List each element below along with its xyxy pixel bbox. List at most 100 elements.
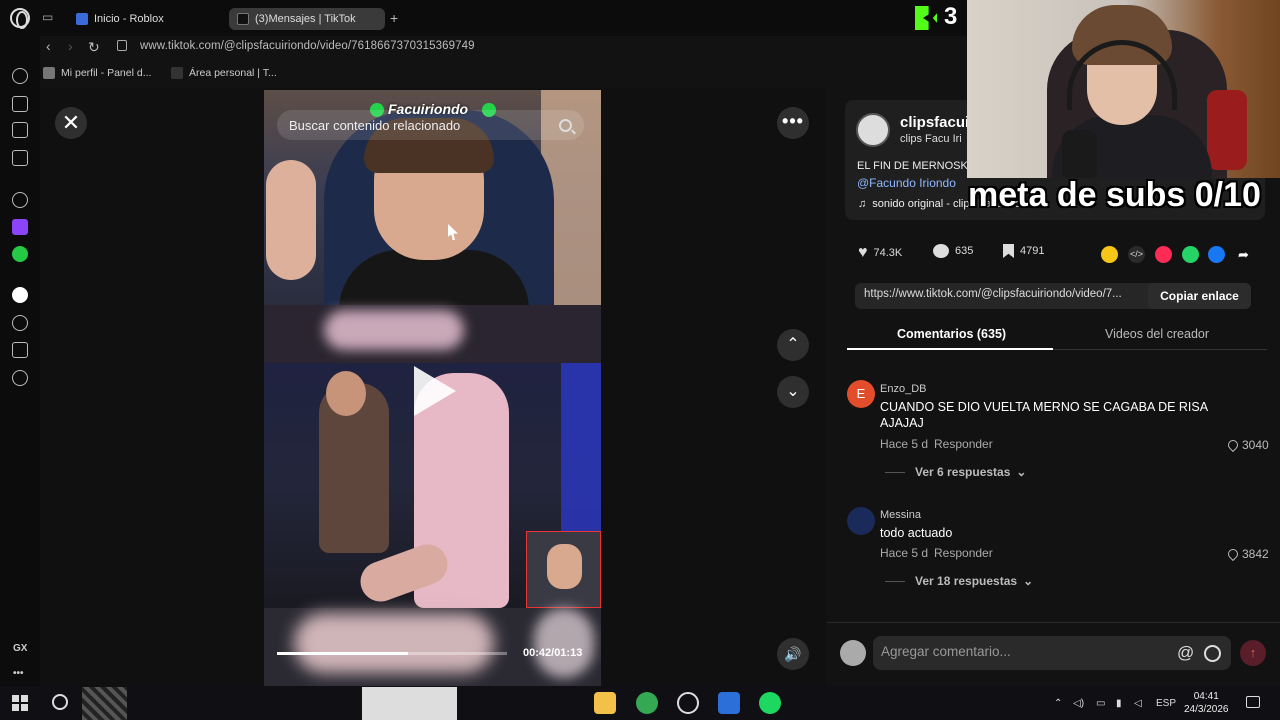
previous-video-button[interactable]: ⌃ xyxy=(777,329,809,361)
chevron-down-icon: ⌄ xyxy=(1016,465,1027,479)
bookmark-label: Área personal | T... xyxy=(189,67,277,79)
embed-icon[interactable]: </> xyxy=(1128,246,1145,263)
author-avatar[interactable] xyxy=(856,113,890,147)
taskbar-thumbnail[interactable] xyxy=(362,687,457,720)
comment-age: Hace 5 d xyxy=(880,546,929,560)
roblox-favicon-icon xyxy=(76,13,88,25)
send-to-friends-icon[interactable] xyxy=(1155,246,1172,263)
m-app-icon[interactable] xyxy=(12,150,28,166)
language-indicator[interactable]: ESP xyxy=(1156,698,1176,709)
view-replies-button[interactable]: Ver 18 respuestas ⌄ xyxy=(885,574,1033,588)
microphone-icon[interactable]: ▮ xyxy=(1116,698,1122,709)
new-tab-button[interactable]: + xyxy=(390,10,398,26)
heart-outline-icon xyxy=(1225,437,1241,453)
opera-gx-taskbar-icon[interactable] xyxy=(677,692,699,714)
tray-chevron-icon[interactable]: ⌃ xyxy=(1054,698,1062,709)
avatar[interactable] xyxy=(847,507,875,535)
tab-label: Inicio - Roblox xyxy=(94,13,164,25)
save-button[interactable]: 4791 xyxy=(1003,244,1044,258)
notification-icon[interactable] xyxy=(1246,696,1260,708)
author-username[interactable]: clipsfacui xyxy=(900,114,969,131)
bookmark-item[interactable]: Mi perfil - Panel d... xyxy=(43,67,151,79)
spotify-taskbar-icon[interactable] xyxy=(759,692,781,714)
taskbar-clock[interactable]: 04:41 24/3/2026 xyxy=(1184,690,1229,716)
clock-date: 24/3/2026 xyxy=(1184,704,1229,715)
close-button[interactable]: ✕ xyxy=(55,107,87,139)
taskbar-search-icon[interactable] xyxy=(52,694,68,710)
obs-icon[interactable] xyxy=(718,692,740,714)
video-description: EL FIN DE MERNOSK xyxy=(857,160,968,172)
send-comment-button[interactable]: ↑ xyxy=(1240,640,1266,666)
wallet-icon[interactable] xyxy=(12,122,28,138)
tab-roblox[interactable]: Inicio - Roblox xyxy=(68,8,223,30)
reload-icon[interactable]: ↻ xyxy=(88,39,100,56)
more-options-button[interactable]: ••• xyxy=(777,107,809,139)
chrome-icon[interactable] xyxy=(636,692,658,714)
settings-icon[interactable] xyxy=(12,370,28,386)
mention-button[interactable]: @ xyxy=(1177,643,1194,663)
volume-button[interactable]: 🔊 xyxy=(777,638,809,670)
like-count: 74.3K xyxy=(873,247,903,259)
current-user-avatar xyxy=(840,640,866,666)
copy-link-button[interactable]: Copiar enlace xyxy=(1148,283,1251,309)
comment-count: 635 xyxy=(955,245,974,257)
clock-time: 04:41 xyxy=(1193,691,1219,702)
next-video-button[interactable]: ⌄ xyxy=(777,376,809,408)
bookmark-item[interactable]: Área personal | T... xyxy=(171,67,277,79)
tab-comments[interactable]: Comentarios (635) xyxy=(897,327,1006,341)
comment-button[interactable]: 635 xyxy=(933,244,973,258)
like-button[interactable]: ♥ 74.3K xyxy=(858,244,902,262)
search-icon[interactable] xyxy=(559,118,572,132)
repost-icon[interactable] xyxy=(1101,246,1118,263)
tab-label: (3)Mensajes | TikTok xyxy=(255,13,356,25)
file-explorer-icon[interactable] xyxy=(594,692,616,714)
comment-like-button[interactable]: 3040 xyxy=(1225,437,1269,453)
comment-text: todo actuado xyxy=(880,526,953,540)
whatsapp-icon[interactable] xyxy=(12,246,28,262)
bookmark-favicon-icon xyxy=(43,67,55,79)
emoji-icon[interactable] xyxy=(1204,645,1221,662)
network-icon[interactable]: ▭ xyxy=(1096,698,1105,709)
reply-button[interactable]: Responder xyxy=(934,437,993,451)
twitch-icon[interactable] xyxy=(12,219,28,235)
pip-facecam xyxy=(526,531,601,608)
chatgpt-icon[interactable] xyxy=(12,192,28,208)
whatsapp-share-icon[interactable] xyxy=(1182,246,1199,263)
gx-label[interactable]: GX xyxy=(13,643,27,654)
view-replies-button[interactable]: Ver 6 respuestas ⌄ xyxy=(885,465,1026,479)
address-bar-url[interactable]: www.tiktok.com/@clipsfacuiriondo/video/7… xyxy=(140,40,475,52)
tab-creator-videos[interactable]: Videos del creador xyxy=(1105,327,1209,341)
reply-button[interactable]: Responder xyxy=(934,546,993,560)
video-progress-bar[interactable] xyxy=(277,652,507,655)
avatar[interactable]: E xyxy=(847,380,875,408)
volume-tray-icon[interactable]: ◁ xyxy=(1134,698,1142,709)
spotify-icon[interactable] xyxy=(12,287,28,303)
related-search-box[interactable]: Buscar contenido relacionado xyxy=(277,110,584,140)
history-icon[interactable] xyxy=(12,315,28,331)
mention-link[interactable]: @Facundo Iriondo xyxy=(857,176,956,190)
comment-username[interactable]: Messina xyxy=(880,509,921,521)
opera-logo-icon[interactable] xyxy=(10,8,30,29)
sidebar-more-icon[interactable]: ••• xyxy=(13,668,24,679)
comment-username[interactable]: Enzo_DB xyxy=(880,383,926,395)
windows-start-icon[interactable] xyxy=(12,695,28,711)
taskbar-thumbnail[interactable] xyxy=(82,687,127,720)
facebook-share-icon[interactable] xyxy=(1208,246,1225,263)
speed-dial-icon[interactable] xyxy=(12,68,28,84)
play-icon[interactable] xyxy=(414,366,456,416)
comment-like-button[interactable]: 3842 xyxy=(1225,546,1269,562)
video-progress-fill xyxy=(277,652,409,655)
more-share-icon[interactable]: ➦ xyxy=(1235,246,1252,263)
gx-corner-icon[interactable] xyxy=(12,96,28,112)
active-tab-indicator xyxy=(847,348,1053,350)
extensions-icon[interactable] xyxy=(12,342,28,358)
view-replies-label: Ver 18 respuestas xyxy=(915,574,1018,588)
tab-menu-icon[interactable]: ▭ xyxy=(42,10,60,26)
speaker-icon[interactable]: ◁) xyxy=(1073,698,1084,709)
share-link-url[interactable]: https://www.tiktok.com/@clipsfacuiriondo… xyxy=(864,288,1122,300)
forward-icon[interactable]: › xyxy=(68,38,73,54)
comment-icon xyxy=(933,244,949,258)
tab-tiktok[interactable]: (3)Mensajes | TikTok xyxy=(229,8,385,30)
pin-icon[interactable] xyxy=(12,613,28,629)
back-icon[interactable]: ‹ xyxy=(46,38,51,54)
